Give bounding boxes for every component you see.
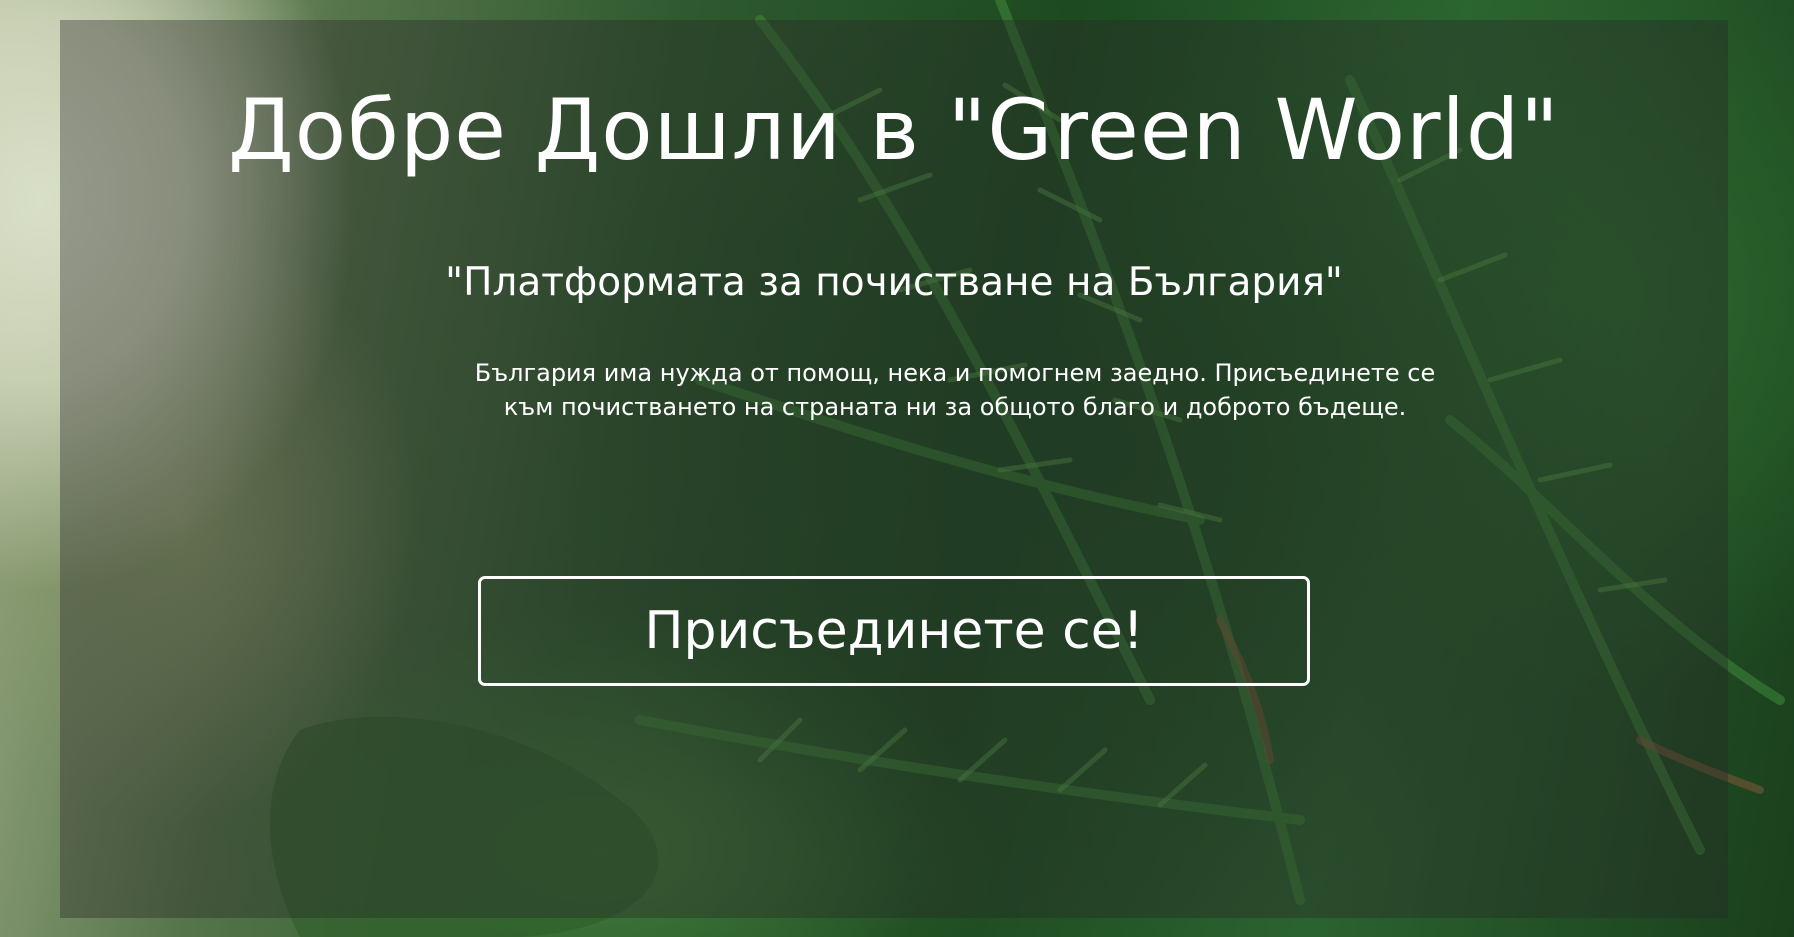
description-line-1: България има нужда от помощ, нека и помо… — [474, 359, 1436, 387]
description-line-2: към почистването на страната ни за общот… — [503, 393, 1407, 421]
hero-description: България има нужда от помощ, нека и помо… — [380, 356, 1530, 424]
page-subtitle: "Платформата за почистване на България" — [445, 260, 1343, 305]
page-title: Добре Дошли в "Green World" — [228, 81, 1560, 179]
join-button[interactable]: Присъединете се! — [478, 576, 1310, 686]
hero-overlay: Добре Дошли в "Green World" "Платформата… — [60, 20, 1728, 918]
